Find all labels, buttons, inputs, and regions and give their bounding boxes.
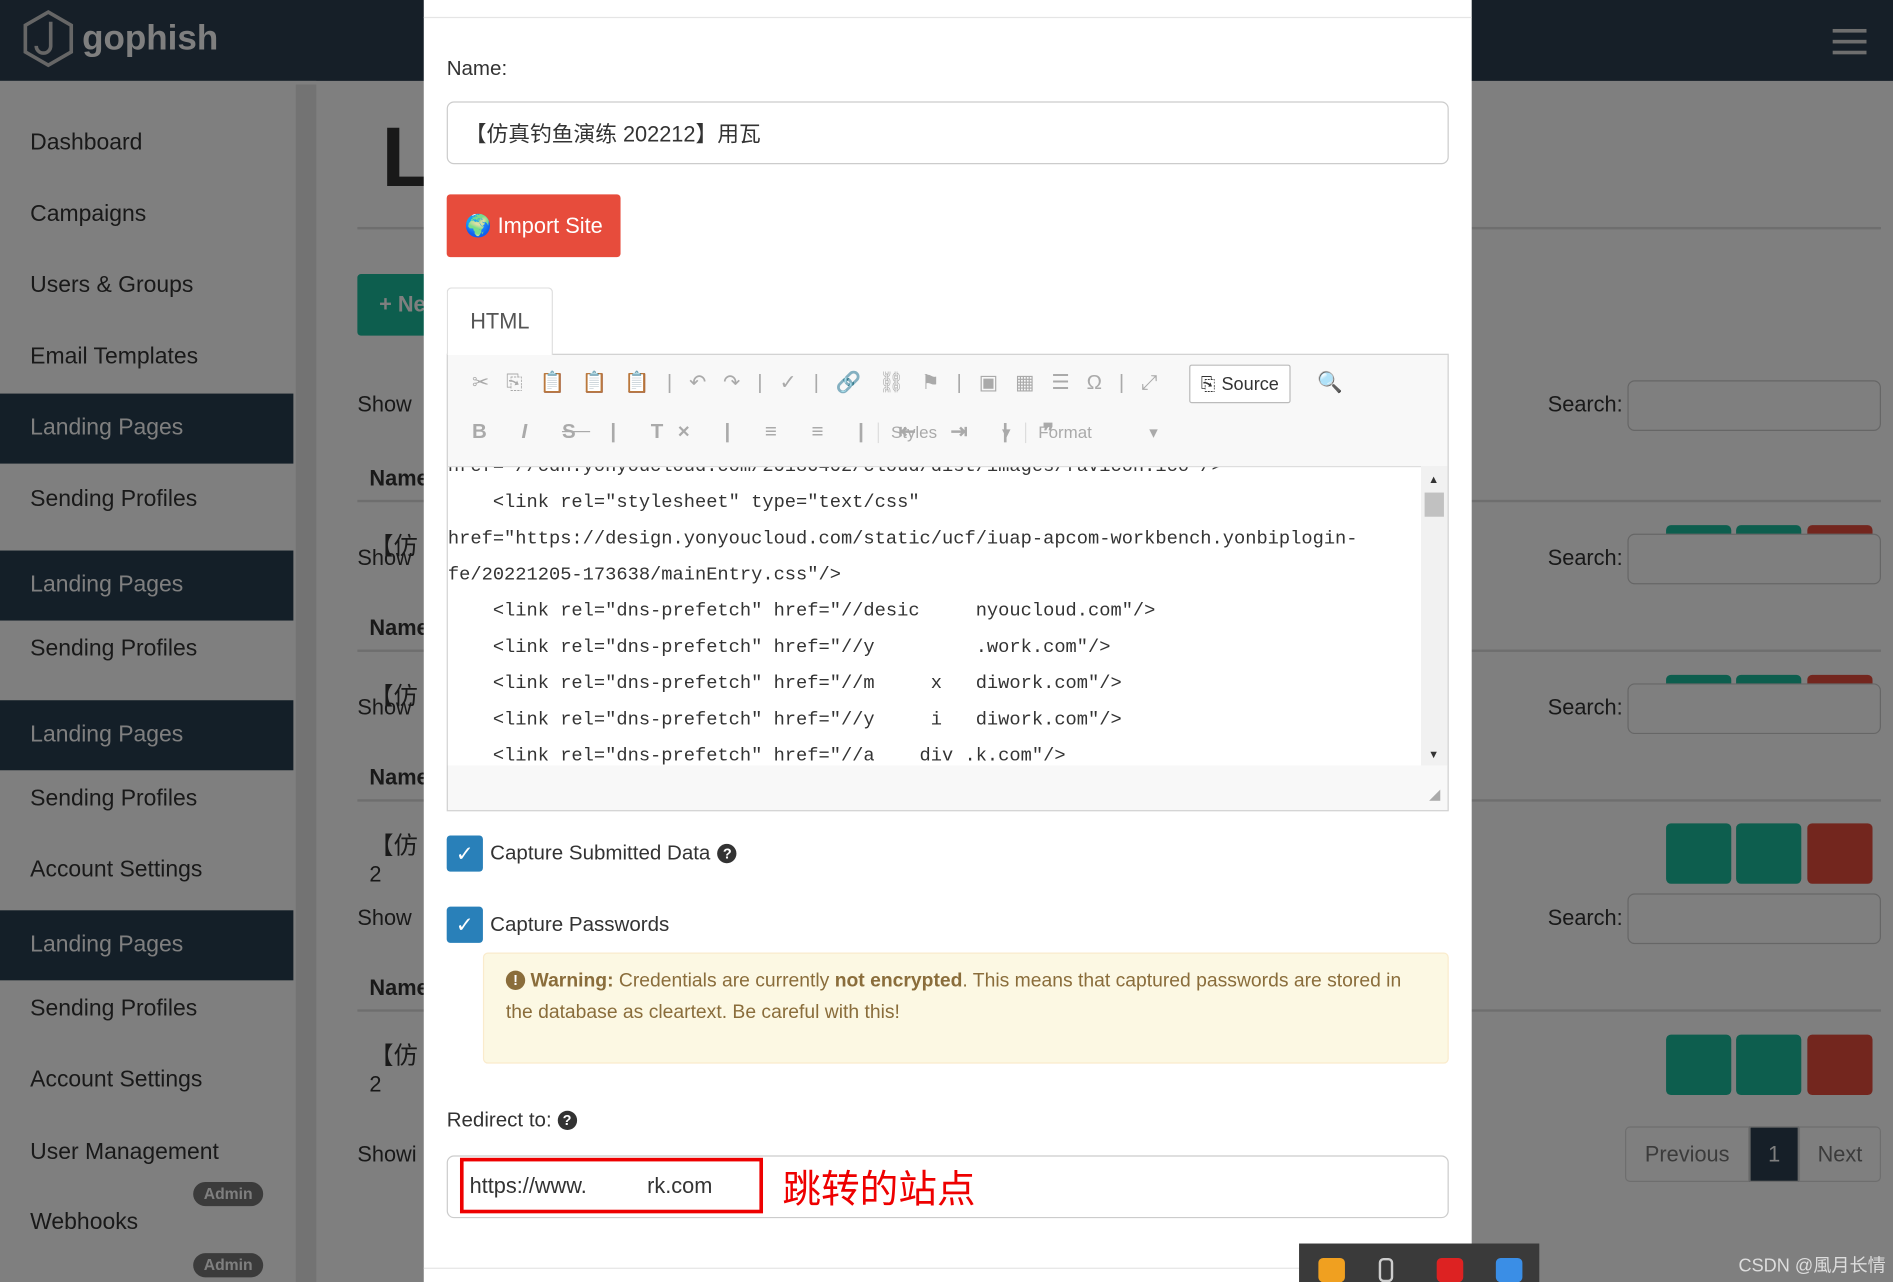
- html-editor: ✂⎘📋📋📋|↶↷|✓|🔗⛓⚑|▣▦☰Ω|⤢ ⎘ Source 🔍 B I S | …: [446, 353, 1449, 812]
- source-label: Source: [1221, 373, 1279, 395]
- usb-drive-icon[interactable]: [1378, 1258, 1394, 1282]
- format-dropdown[interactable]: Format ▾: [1024, 422, 1158, 444]
- warning-alert: ! Warning: Credentials are currently not…: [482, 952, 1449, 1064]
- import-site-label: Import Site: [497, 213, 603, 238]
- code-line: <link rel="dns-prefetch" href="//a div .…: [447, 744, 1066, 766]
- help-icon[interactable]: ?: [717, 843, 737, 864]
- capture-passwords-label: Capture Passwords: [490, 912, 670, 936]
- preview-icon[interactable]: 🔍: [1317, 371, 1343, 395]
- tab-html[interactable]: HTML: [446, 287, 553, 355]
- landing-page-modal: Name: 【仿真钓鱼演练 202212】用瓦 🌍 Import Site ✂⎘📋…: [423, 0, 1472, 1282]
- resize-handle[interactable]: ◢: [1429, 786, 1440, 803]
- name-label: Name:: [446, 56, 508, 80]
- editor-toolbar-row1[interactable]: ✂⎘📋📋📋|↶↷|✓|🔗⛓⚑|▣▦☰Ω|⤢: [472, 371, 1174, 395]
- import-site-button[interactable]: 🌍 Import Site: [446, 194, 621, 258]
- capture-passwords-checkbox[interactable]: ✓: [446, 906, 483, 943]
- capture-passwords-row[interactable]: ✓ Capture Passwords: [446, 906, 670, 943]
- code-line: fe/20221205-173638/mainEntry.css"/>: [447, 563, 841, 586]
- redirect-value-highlight: https://www. rk.com: [459, 1157, 764, 1214]
- code-line: <link rel="stylesheet" type="text/css": [447, 491, 920, 514]
- code-line: href="https://design.yonyoucloud.com/sta…: [447, 527, 1358, 550]
- capture-data-row[interactable]: ✓ Capture Submitted Data?: [446, 835, 737, 872]
- code-line: href="//cdn.yonyoucloud.com/20180402/clo…: [448, 467, 1421, 484]
- annotation-text: 跳转的站点: [782, 1166, 976, 1213]
- name-input-value: 【仿真钓鱼演练 202212】用瓦: [464, 121, 761, 147]
- code-scrollbar[interactable]: ▲ ▼: [1420, 466, 1448, 766]
- globe-icon: 🌍: [464, 213, 492, 238]
- redirect-label: Redirect to: ?: [447, 1108, 577, 1132]
- system-tray: [1299, 1243, 1540, 1282]
- format-label: Format: [1038, 422, 1092, 442]
- source-button[interactable]: ⎘ Source: [1189, 364, 1291, 404]
- capture-data-checkbox[interactable]: ✓: [446, 835, 483, 872]
- capture-data-label: Capture Submitted Data: [490, 841, 711, 865]
- styles-dropdown[interactable]: Styles ▾: [877, 422, 1011, 444]
- app-tray-icon[interactable]: [1436, 1258, 1464, 1282]
- source-icon: ⎘: [1200, 373, 1216, 395]
- warning-bold: not encrypted: [834, 970, 963, 992]
- exclamation-icon: !: [505, 970, 526, 990]
- help-icon[interactable]: ?: [557, 1110, 577, 1131]
- name-input[interactable]: 【仿真钓鱼演练 202212】用瓦: [446, 101, 1449, 165]
- warning-text: Credentials are currently: [613, 970, 835, 992]
- code-line: <link rel="dns-prefetch" href="//y .work…: [447, 636, 1111, 658]
- security-shield-icon[interactable]: [1318, 1258, 1345, 1282]
- redirect-label-text: Redirect to:: [446, 1108, 552, 1132]
- styles-label: Styles: [890, 422, 938, 442]
- notification-app-icon[interactable]: [1495, 1258, 1523, 1282]
- watermark: CSDN @風月长情: [1738, 1255, 1886, 1277]
- code-line: <link rel="dns-prefetch" href="//m x diw…: [447, 672, 1122, 695]
- code-line: <link rel="dns-prefetch" href="//desic n…: [447, 600, 1156, 622]
- redirect-value: https://www. rk.com: [469, 1172, 713, 1198]
- code-area[interactable]: href="//cdn.yonyoucloud.com/20180402/clo…: [447, 466, 1421, 766]
- warning-strong: Warning:: [530, 970, 614, 992]
- code-line: <link rel="dns-prefetch" href="//y i diw…: [447, 708, 1122, 731]
